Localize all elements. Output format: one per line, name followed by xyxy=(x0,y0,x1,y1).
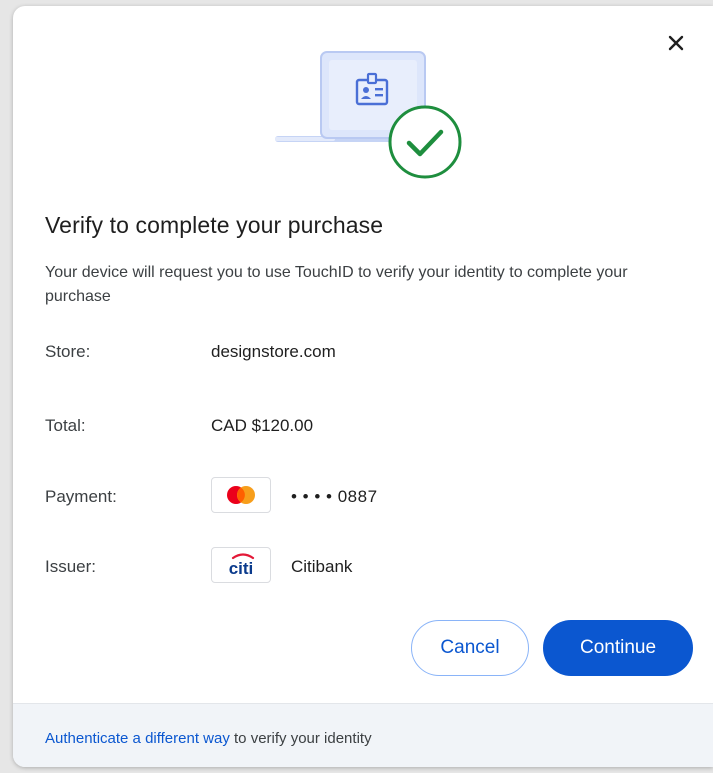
footer-text: Authenticate a different way to verify y… xyxy=(45,730,372,747)
store-value: designstore.com xyxy=(211,342,336,361)
total-label: Total: xyxy=(45,416,86,435)
dialog-title: Verify to complete your purchase xyxy=(45,212,384,238)
store-label: Store: xyxy=(45,342,91,361)
mastercard-logo xyxy=(211,477,271,513)
close-button[interactable] xyxy=(661,28,691,58)
cancel-button[interactable]: Cancel xyxy=(411,620,529,676)
check-circle-icon xyxy=(388,105,462,179)
svg-text:citi: citi xyxy=(229,559,254,578)
verify-dialog: Verify to complete your purchase Your de… xyxy=(13,6,713,767)
dialog-subtitle: Your device will request you to use Touc… xyxy=(45,264,628,305)
mastercard-icon xyxy=(227,486,255,504)
dialog-footer: Authenticate a different way to verify y… xyxy=(13,703,713,767)
total-value: CAD $120.00 xyxy=(211,416,314,435)
close-icon xyxy=(668,35,684,51)
citi-logo: citi xyxy=(211,547,271,583)
authenticate-different-way-link[interactable]: Authenticate a different way xyxy=(45,730,230,747)
issuer-value: Citibank xyxy=(291,557,353,576)
footer-rest-text: to verify your identity xyxy=(229,730,372,747)
continue-button[interactable]: Continue xyxy=(543,620,693,676)
payment-card-number: • • • • 0887 xyxy=(291,487,378,506)
payment-label: Payment: xyxy=(45,487,117,506)
laptop-verified-illustration xyxy=(275,51,462,179)
citi-logo-mark: citi xyxy=(229,553,255,578)
issuer-label: Issuer: xyxy=(45,557,97,576)
